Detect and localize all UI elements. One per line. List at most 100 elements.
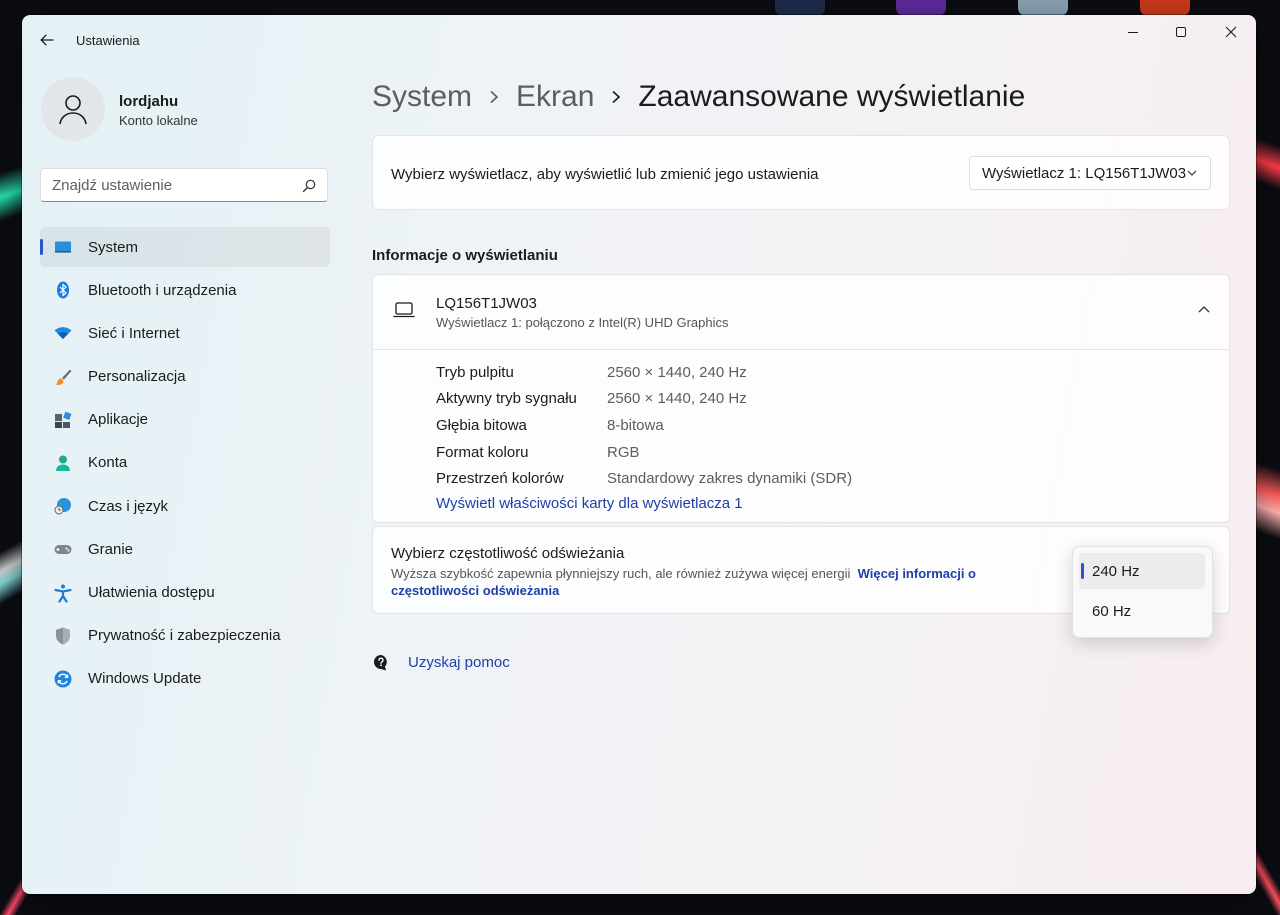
info-value: 2560 × 1440, 240 Hz	[607, 390, 747, 408]
info-value: Standardowy zakres dynamiki (SDR)	[607, 470, 853, 488]
desktop-app-icon[interactable]	[896, 0, 946, 16]
maximize-icon	[1176, 27, 1186, 37]
sidebar-item-apps[interactable]: Aplikacje	[40, 400, 330, 440]
breadcrumb-system[interactable]: System	[372, 80, 472, 114]
info-row: Format koloru RGB	[436, 439, 852, 466]
chevron-right-icon	[610, 84, 622, 110]
sidebar-item-label: Konta	[88, 454, 128, 472]
close-icon	[1225, 26, 1237, 38]
maximize-button[interactable]	[1156, 15, 1206, 49]
sidebar-item-label: Aplikacje	[88, 411, 149, 429]
chevron-up-icon	[1198, 306, 1210, 313]
display-info-card: LQ156T1JW03 Wyświetlacz 1: połączono z I…	[372, 274, 1230, 523]
sidebar-item-accounts[interactable]: Konta	[40, 443, 330, 483]
minimize-icon	[1128, 32, 1138, 33]
chevron-down-icon	[1187, 170, 1197, 176]
bluetooth-icon	[53, 280, 73, 300]
display-select-card: Wybierz wyświetlacz, aby wyświetlić lub …	[372, 135, 1230, 210]
desktop-app-icon[interactable]	[775, 0, 825, 16]
refresh-rate-option-60[interactable]: 60 Hz	[1079, 593, 1205, 629]
get-help-label: Uzyskaj pomoc	[408, 653, 510, 671]
sidebar-item-system[interactable]: System	[40, 227, 330, 267]
person-icon	[53, 453, 73, 473]
display-dropdown-value: Wyświetlacz 1: LQ156T1JW03	[982, 165, 1187, 182]
sidebar-item-label: Personalizacja	[88, 368, 186, 386]
refresh-rate-option-240[interactable]: 240 Hz	[1079, 553, 1205, 589]
info-value: 2560 × 1440, 240 Hz	[607, 363, 747, 381]
search-input[interactable]: Znajdź ustawienie	[40, 168, 328, 202]
sidebar-item-time-language[interactable]: Czas i język	[40, 486, 330, 526]
user-name: lordjahu	[119, 93, 179, 110]
help-chat-icon	[374, 655, 387, 671]
sidebar-item-network[interactable]: Sieć i Internet	[40, 313, 330, 353]
refresh-rate-title: Wybierz częstotliwość odświeżania	[391, 545, 625, 562]
person-icon	[59, 95, 87, 125]
accessibility-icon	[53, 583, 73, 603]
sidebar-item-label: System	[88, 238, 139, 256]
display-select-label: Wybierz wyświetlacz, aby wyświetlić lub …	[391, 166, 819, 183]
laptop-icon	[393, 302, 415, 318]
refresh-rate-description-text: Wyższa szybkość zapewnia płynniejszy ruc…	[391, 566, 851, 581]
sidebar-item-bluetooth[interactable]: Bluetooth i urządzenia	[40, 270, 330, 310]
info-key: Tryb pulpitu	[436, 363, 514, 381]
back-arrow-icon	[40, 34, 54, 46]
sidebar-item-label: Czas i język	[88, 497, 169, 515]
sidebar-item-privacy[interactable]: Prywatność i zabezpieczenia	[40, 616, 330, 656]
info-row: Aktywny tryb sygnału 2560 × 1440, 240 Hz	[436, 386, 852, 413]
shield-icon	[53, 626, 73, 646]
selected-indicator	[1081, 563, 1084, 579]
sidebar-item-personalization[interactable]: Personalizacja	[40, 357, 330, 397]
sidebar-item-gaming[interactable]: Granie	[40, 529, 330, 569]
info-key: Aktywny tryb sygnału	[436, 390, 577, 408]
option-label: 60 Hz	[1092, 603, 1132, 620]
title-bar: Ustawienia	[22, 15, 1256, 65]
apps-icon	[53, 410, 73, 430]
refresh-rate-dropdown-menu: 240 Hz 60 Hz	[1072, 546, 1213, 638]
display-description: Wyświetlacz 1: połączono z Intel(R) UHD …	[436, 315, 729, 330]
sidebar-nav: System Bluetooth i urządzenia Sieć i Int…	[40, 227, 330, 702]
sidebar-item-windows-update[interactable]: Windows Update	[40, 659, 330, 699]
get-help-link[interactable]: Uzyskaj pomoc	[372, 651, 510, 673]
display-name: LQ156T1JW03	[436, 295, 537, 312]
info-key: Głębia bitowa	[436, 416, 527, 434]
user-profile[interactable]: lordjahu Konto lokalne	[41, 77, 341, 141]
settings-window: Ustawienia lordjahu Konto lokalne Znajdź…	[22, 15, 1256, 894]
info-value: 8-bitowa	[607, 416, 664, 434]
gamepad-icon	[53, 539, 73, 559]
display-info-header[interactable]: LQ156T1JW03 Wyświetlacz 1: połączono z I…	[373, 275, 1229, 350]
sidebar-item-label: Granie	[88, 540, 134, 558]
info-row: Głębia bitowa 8-bitowa	[436, 412, 852, 439]
desktop-app-icon[interactable]	[1140, 0, 1190, 16]
update-icon	[53, 669, 73, 689]
app-title: Ustawienia	[76, 33, 140, 48]
display-dropdown[interactable]: Wyświetlacz 1: LQ156T1JW03	[969, 156, 1211, 190]
brush-icon	[53, 367, 73, 387]
display-icon	[53, 237, 73, 257]
breadcrumb: System Ekran Zaawansowane wyświetlanie	[372, 77, 1025, 117]
info-row: Przestrzeń kolorów Standardowy zakres dy…	[436, 465, 852, 492]
breadcrumb-display[interactable]: Ekran	[516, 80, 594, 114]
info-value: RGB	[607, 443, 640, 461]
info-row: Tryb pulpitu 2560 × 1440, 240 Hz	[436, 359, 852, 386]
active-indicator	[40, 239, 43, 255]
wifi-icon	[53, 323, 73, 343]
desktop-app-icon[interactable]	[1018, 0, 1068, 16]
minimize-button[interactable]	[1108, 15, 1158, 49]
search-icon	[302, 179, 316, 193]
section-title-display-info: Informacje o wyświetlaniu	[372, 247, 558, 264]
sidebar-item-label: Prywatność i zabezpieczenia	[88, 627, 281, 645]
option-label: 240 Hz	[1092, 563, 1140, 580]
sidebar-item-label: Ułatwienia dostępu	[88, 584, 215, 601]
account-type: Konto lokalne	[119, 113, 198, 128]
back-button[interactable]	[34, 27, 60, 53]
sidebar-item-accessibility[interactable]: Ułatwienia dostępu	[40, 573, 330, 613]
sidebar-item-label: Windows Update	[88, 670, 202, 688]
info-key: Przestrzeń kolorów	[436, 470, 564, 488]
close-button[interactable]	[1206, 15, 1256, 49]
adapter-properties-link[interactable]: Wyświetl właściwości karty dla wyświetla…	[436, 495, 743, 512]
chevron-right-icon	[488, 84, 500, 110]
sidebar-item-label: Sieć i Internet	[88, 324, 180, 342]
avatar	[41, 77, 105, 141]
info-key: Format koloru	[436, 443, 529, 461]
sidebar-item-label: Bluetooth i urządzenia	[88, 281, 237, 299]
